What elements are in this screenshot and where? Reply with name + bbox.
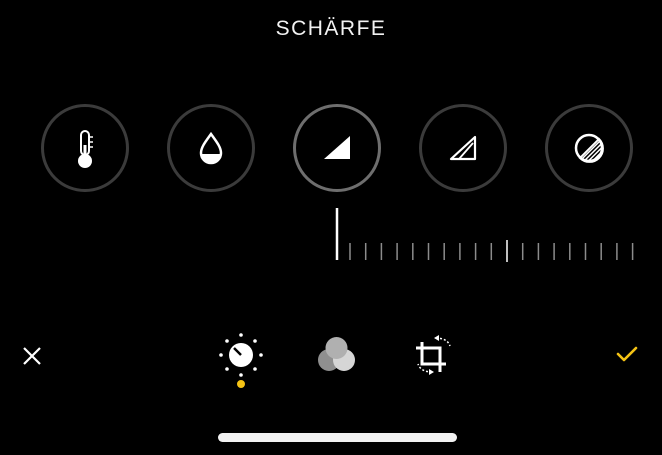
noise-reduction-circle-icon [574,133,604,163]
tool-definition[interactable] [419,104,507,192]
tool-sharpness[interactable] [293,104,381,192]
sharpness-slider[interactable] [0,200,662,270]
definition-triangle-outline-icon [449,135,477,161]
active-tab-indicator [237,380,245,388]
home-indicator [218,433,457,442]
tool-warmth[interactable] [41,104,129,192]
droplet-icon [199,131,223,165]
thermometer-icon [78,130,93,168]
checkmark-icon[interactable] [615,344,639,364]
adjust-dial-icon[interactable] [214,328,268,382]
crop-rotate-icon[interactable] [408,330,460,380]
slider-ticks [335,208,634,262]
page-title: SCHÄRFE [275,17,387,40]
sharpness-triangle-icon [324,136,350,159]
tool-noise-reduction[interactable] [545,104,633,192]
tool-tint[interactable] [167,104,255,192]
filters-circles-icon[interactable] [312,332,362,378]
close-icon[interactable] [21,345,43,367]
